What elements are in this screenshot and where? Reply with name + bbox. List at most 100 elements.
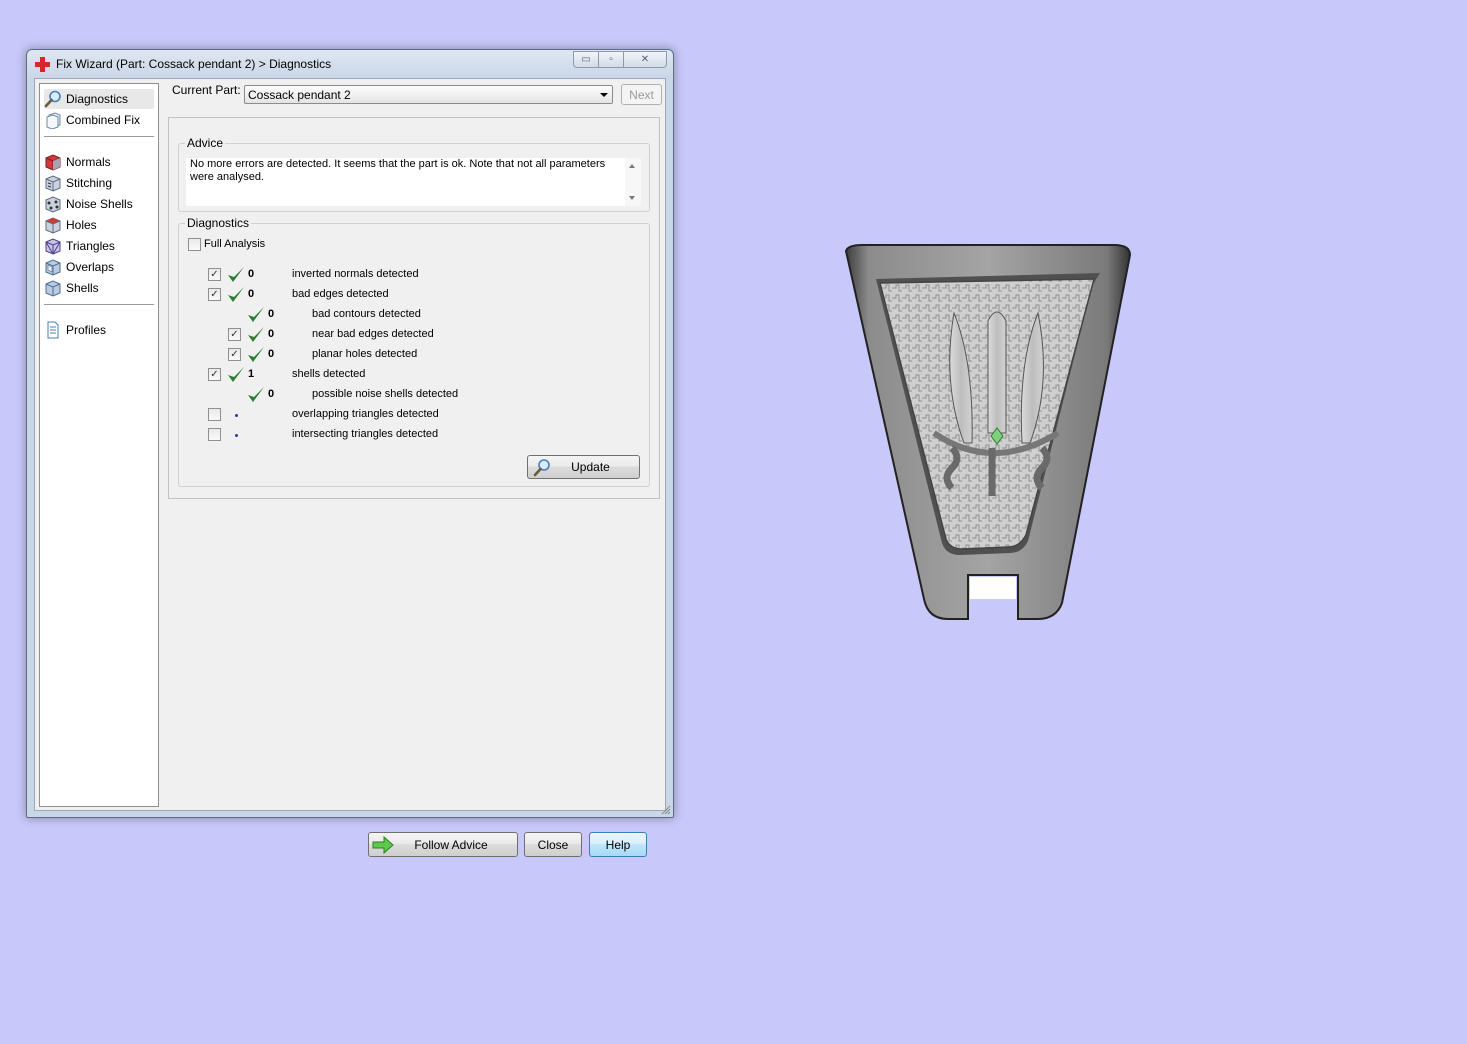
- wizard-nav: Diagnostics Combined Fix Normals Stitchi…: [39, 83, 159, 807]
- diagnostics-group: Diagnostics Full Analysis ✓ 0 inverted nor…: [178, 216, 650, 487]
- row-checkbox[interactable]: ✓: [208, 368, 221, 381]
- stitching-cube-icon: [45, 175, 61, 192]
- green-checkmark-icon: [248, 327, 264, 342]
- nav-label: Profiles: [66, 323, 107, 337]
- nav-item-shells[interactable]: Shells: [44, 278, 99, 298]
- pending-dot-icon: [235, 414, 238, 417]
- follow-advice-label: Follow Advice: [414, 837, 488, 852]
- nav-item-holes[interactable]: Holes: [44, 215, 97, 235]
- nav-item-diagnostics[interactable]: Diagnostics: [44, 89, 154, 109]
- full-analysis-label: Full Analysis: [204, 238, 266, 250]
- row-label: intersecting triangles detected: [292, 428, 439, 440]
- advice-group: Advice No more errors are detected. It s…: [178, 136, 650, 212]
- nav-label: Normals: [66, 155, 111, 169]
- row-count: 1: [248, 368, 255, 380]
- diagnostics-title: Diagnostics: [185, 216, 252, 230]
- row-checkbox[interactable]: ✓: [228, 328, 241, 341]
- green-checkmark-icon: [248, 307, 264, 322]
- row-count: 0: [248, 268, 255, 280]
- scroll-up-arrow-icon[interactable]: [629, 164, 635, 168]
- row-label: overlapping triangles detected: [292, 408, 439, 420]
- row-checkbox[interactable]: [208, 408, 221, 421]
- advice-textbox[interactable]: No more errors are detected. It seems th…: [186, 158, 641, 206]
- row-label: near bad edges detected: [312, 328, 434, 340]
- current-part-dropdown[interactable]: Cossack pendant 2: [244, 85, 613, 104]
- advice-title: Advice: [185, 136, 226, 150]
- pending-dot-icon: [235, 434, 238, 437]
- green-checkmark-icon: [248, 387, 264, 402]
- row-checkbox[interactable]: ✓: [228, 348, 241, 361]
- nav-separator: [44, 304, 154, 305]
- update-label: Update: [571, 460, 610, 474]
- pendant-3d-model[interactable]: [842, 243, 1132, 623]
- current-part-label: Current Part:: [172, 83, 241, 97]
- close-button[interactable]: Close: [524, 832, 582, 857]
- noise-shells-cube-icon: [45, 196, 61, 213]
- normals-cube-icon: [45, 154, 61, 171]
- nav-item-normals[interactable]: Normals: [44, 152, 111, 172]
- nav-item-stitching[interactable]: Stitching: [44, 173, 112, 193]
- nav-label: Overlaps: [66, 260, 115, 274]
- full-analysis-checkbox[interactable]: [188, 238, 201, 251]
- red-cross-app-icon: [35, 57, 50, 72]
- next-button[interactable]: Next: [621, 84, 662, 105]
- advice-scrollbar[interactable]: [625, 158, 641, 206]
- minimize-button[interactable]: ▭: [573, 51, 599, 68]
- row-count: 0: [248, 288, 255, 300]
- title-bar[interactable]: Fix Wizard (Part: Cossack pendant 2) > D…: [27, 50, 673, 78]
- row-label: shells detected: [292, 368, 366, 380]
- profiles-document-icon: [47, 321, 59, 339]
- advice-text: No more errors are detected. It seems th…: [190, 158, 606, 183]
- nav-item-triangles[interactable]: Triangles: [44, 236, 115, 256]
- magnifier-icon: [533, 459, 550, 477]
- row-checkbox[interactable]: [208, 428, 221, 441]
- dialog-client-area: Diagnostics Combined Fix Normals Stitchi…: [34, 78, 666, 857]
- overlaps-cube-icon: [45, 259, 61, 276]
- row-checkbox[interactable]: ✓: [208, 288, 221, 301]
- window-title: Fix Wizard (Part: Cossack pendant 2) > D…: [56, 57, 332, 71]
- row-label: bad contours detected: [312, 308, 421, 320]
- row-label: inverted normals detected: [292, 268, 419, 280]
- nav-item-profiles[interactable]: Profiles: [44, 320, 106, 340]
- triangles-cube-icon: [45, 238, 61, 255]
- row-count: 0: [268, 388, 275, 400]
- holes-cube-icon: [45, 217, 61, 234]
- nav-label: Diagnostics: [66, 92, 129, 106]
- row-label: bad edges detected: [292, 288, 389, 300]
- row-label: possible noise shells detected: [312, 388, 459, 400]
- nav-item-combined-fix[interactable]: Combined Fix: [44, 110, 140, 130]
- row-count: 0: [268, 348, 275, 360]
- green-checkmark-icon: [248, 347, 264, 362]
- maximize-button[interactable]: ▫: [598, 51, 624, 68]
- green-arrow-icon: [372, 836, 394, 854]
- nav-label: Noise Shells: [66, 197, 133, 211]
- diagnostics-panel: Advice No more errors are detected. It s…: [168, 117, 660, 499]
- row-count: 0: [268, 308, 275, 320]
- shells-cube-icon: [45, 280, 61, 297]
- row-label: planar holes detected: [312, 348, 418, 360]
- green-checkmark-icon: [228, 287, 244, 302]
- help-button[interactable]: Help: [589, 832, 647, 857]
- nav-label: Holes: [66, 218, 97, 232]
- nav-separator: [44, 136, 154, 137]
- resize-grip-icon[interactable]: [661, 805, 671, 815]
- green-checkmark-icon: [228, 267, 244, 282]
- update-button[interactable]: Update: [527, 455, 640, 479]
- fix-wizard-window: Fix Wizard (Part: Cossack pendant 2) > D…: [26, 49, 674, 857]
- caption-buttons: ▭ ▫ ✕: [573, 51, 667, 69]
- chevron-down-icon: [600, 93, 608, 97]
- nav-label: Stitching: [66, 176, 113, 190]
- magnifier-icon: [44, 90, 61, 108]
- combined-fix-icon: [46, 112, 61, 129]
- nav-label: Combined Fix: [66, 113, 141, 127]
- current-part-value: Cossack pendant 2: [248, 88, 351, 102]
- follow-advice-button[interactable]: Follow Advice: [368, 832, 518, 857]
- scroll-down-arrow-icon[interactable]: [629, 196, 635, 200]
- nav-item-overlaps[interactable]: Overlaps: [44, 257, 114, 277]
- green-checkmark-icon: [228, 367, 244, 382]
- row-count: 0: [268, 328, 275, 340]
- row-checkbox[interactable]: ✓: [208, 268, 221, 281]
- nav-item-noise-shells[interactable]: Noise Shells: [44, 194, 133, 214]
- close-window-button[interactable]: ✕: [623, 51, 667, 68]
- nav-label: Shells: [66, 281, 99, 295]
